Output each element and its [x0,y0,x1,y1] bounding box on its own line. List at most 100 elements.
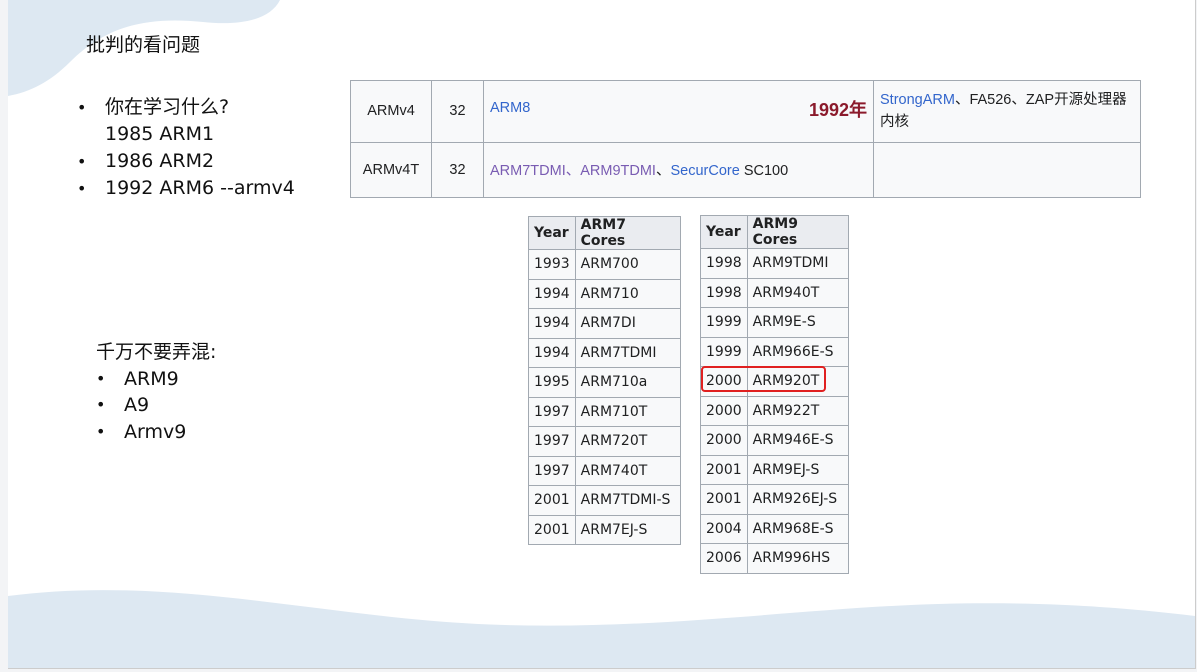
table-row: 1998 ARM940T [700,277,850,308]
table-row: 1993 ARM700 [528,249,682,280]
column-header: Year [700,215,748,249]
table-row: 1994 ARM7DI [528,308,682,339]
table-row: 1994 ARM7TDMI [528,337,682,368]
year-cell: 2006 [700,543,748,574]
year-cell: 2000 [700,425,748,456]
arm7tdmi-link[interactable]: ARM7TDMI [490,163,566,179]
table-row: 1994 ARM710 [528,278,682,309]
year-cell: 2000 [700,395,748,426]
arm7-cores-table: Year ARM7 Cores 1993 ARM700 1994 ARM710 1994… [528,216,682,545]
highlight-box-arm920t [701,366,826,392]
core-cell: ARM720T [574,426,682,457]
table-header-row: Year ARM7 Cores [528,216,682,250]
core-cell: ARM922T [746,395,850,426]
year-annotation: 1992年 [808,100,867,121]
table-row: 2001 ARM7EJ-S [528,514,682,545]
table-row: 1999 ARM9E-S [700,307,850,338]
caution-heading: 千万不要弄混: [96,341,217,363]
table-row: ARMv4 32 ARM8 1992年 StrongARM、FA526、ZAP开… [350,80,1141,143]
core-cell: ARM9EJ-S [746,454,850,485]
core-cell: ARM7DI [574,308,682,339]
core-cell: ARM7TDMI [574,337,682,368]
arm8-link[interactable]: ARM8 [490,100,530,116]
bits-cell: 32 [431,80,484,143]
table-row: 2004 ARM968E-S [700,513,850,544]
table-row: 1995 ARM710a [528,367,682,398]
table-row: 2006 ARM996HS [700,543,850,574]
column-header: ARM7 Cores [574,216,682,250]
year-cell: 2001 [700,484,748,515]
year-cell: 1997 [528,455,576,486]
year-cell: 1999 [700,307,748,338]
core-cell: ARM966E-S [746,336,850,367]
arch-cell: ARMv4 [350,80,432,143]
year-cell: 1998 [700,277,748,308]
year-cell: 1997 [528,426,576,457]
question-list: 你在学习什么? 1985 ARM1 1986 ARM2 1992 ARM6 --… [77,94,295,202]
family-text: SC100 [743,163,789,180]
securcore-link[interactable]: SecurCore [670,163,739,179]
core-cell: ARM940T [746,277,850,308]
architecture-table: ARMv4 32 ARM8 1992年 StrongARM、FA526、ZAP开… [350,80,1141,199]
table-row: 2001 ARM7TDMI-S [528,485,682,516]
arm9-cores-table: Year ARM9 Cores 1998 ARM9TDMI 1998 ARM940T 1… [700,215,850,574]
slide: 批判的看问题 你在学习什么? 1985 ARM1 1986 ARM2 1992 … [8,0,1196,669]
year-cell: 1999 [700,336,748,367]
caution-item: Armv9 [96,419,244,446]
year-cell: 1994 [528,278,576,309]
table-row: 1997 ARM740T [528,455,682,486]
core-cell: ARM968E-S [746,513,850,544]
bottom-wave [8,590,1195,668]
table-row: 2001 ARM926EJ-S [700,484,850,515]
table-row: 1999 ARM966E-S [700,336,850,367]
caution-item: A9 [96,392,244,419]
table-row: 1997 ARM710T [528,396,682,427]
family-cell: ARM7TDMI、ARM9TDMI、SecurCore SC100 [483,141,874,199]
table-row: 1997 ARM720T [528,426,682,457]
year-cell: 1998 [700,248,748,279]
year-cell: 1994 [528,308,576,339]
core-cell: ARM9TDMI [746,248,850,279]
caution-list: 千万不要弄混: ARM9 A9 Armv9 [96,339,217,445]
core-cell: ARM9E-S [746,307,850,338]
table-row: ARMv4T 32 ARM7TDMI、ARM9TDMI、SecurCore SC… [350,141,1141,199]
core-cell: ARM996HS [746,543,850,574]
year-cell: 1997 [528,396,576,427]
table-header-row: Year ARM9 Cores [700,215,850,249]
table-row: 2001 ARM9EJ-S [700,454,850,485]
table-body: 1998 ARM9TDMI 1998 ARM940T 1999 ARM9E-S 1999 AR… [700,248,850,574]
core-cell: ARM710a [574,367,682,398]
family-cell: ARM8 1992年 [483,80,874,143]
core-cell: ARM926EJ-S [746,484,850,515]
separator: 、 [565,163,581,180]
column-header: ARM9 Cores [746,215,850,249]
year-cell: 1993 [528,249,576,280]
core-cell: ARM946E-S [746,425,850,456]
table-row: 2000 ARM946E-S [700,425,850,456]
strongarm-link[interactable]: StrongARM [880,92,955,108]
arm9tdmi-link[interactable]: ARM9TDMI [580,163,656,179]
core-cell: ARM710 [574,278,682,309]
third-party-cell: StrongARM、FA526、ZAP开源处理器内核 [873,80,1141,143]
arch-cell: ARMv4T [350,141,432,199]
year-cell: 2001 [528,514,576,545]
third-party-cell [873,141,1141,199]
year-cell: 2004 [700,513,748,544]
separator: 、 [655,163,671,180]
core-cell: ARM710T [574,396,682,427]
year-cell: 2001 [700,454,748,485]
question-item: 你在学习什么? [77,94,295,121]
core-cell: ARM7EJ-S [574,514,682,545]
year-cell: 1994 [528,337,576,368]
question-item: 1992 ARM6 --armv4 [77,175,295,202]
question-item: 1985 ARM1 [105,123,215,145]
column-header: Year [528,216,576,250]
caution-item: ARM9 [96,366,244,393]
bits-cell: 32 [431,141,484,199]
core-cell: ARM740T [574,455,682,486]
slide-title: 批判的看问题 [86,34,201,56]
year-cell: 2001 [528,485,576,516]
question-item: 1986 ARM2 [77,148,295,175]
core-cell: ARM700 [574,249,682,280]
table-body: 1993 ARM700 1994 ARM710 1994 ARM7DI 1994 ARM7TD… [528,249,682,545]
